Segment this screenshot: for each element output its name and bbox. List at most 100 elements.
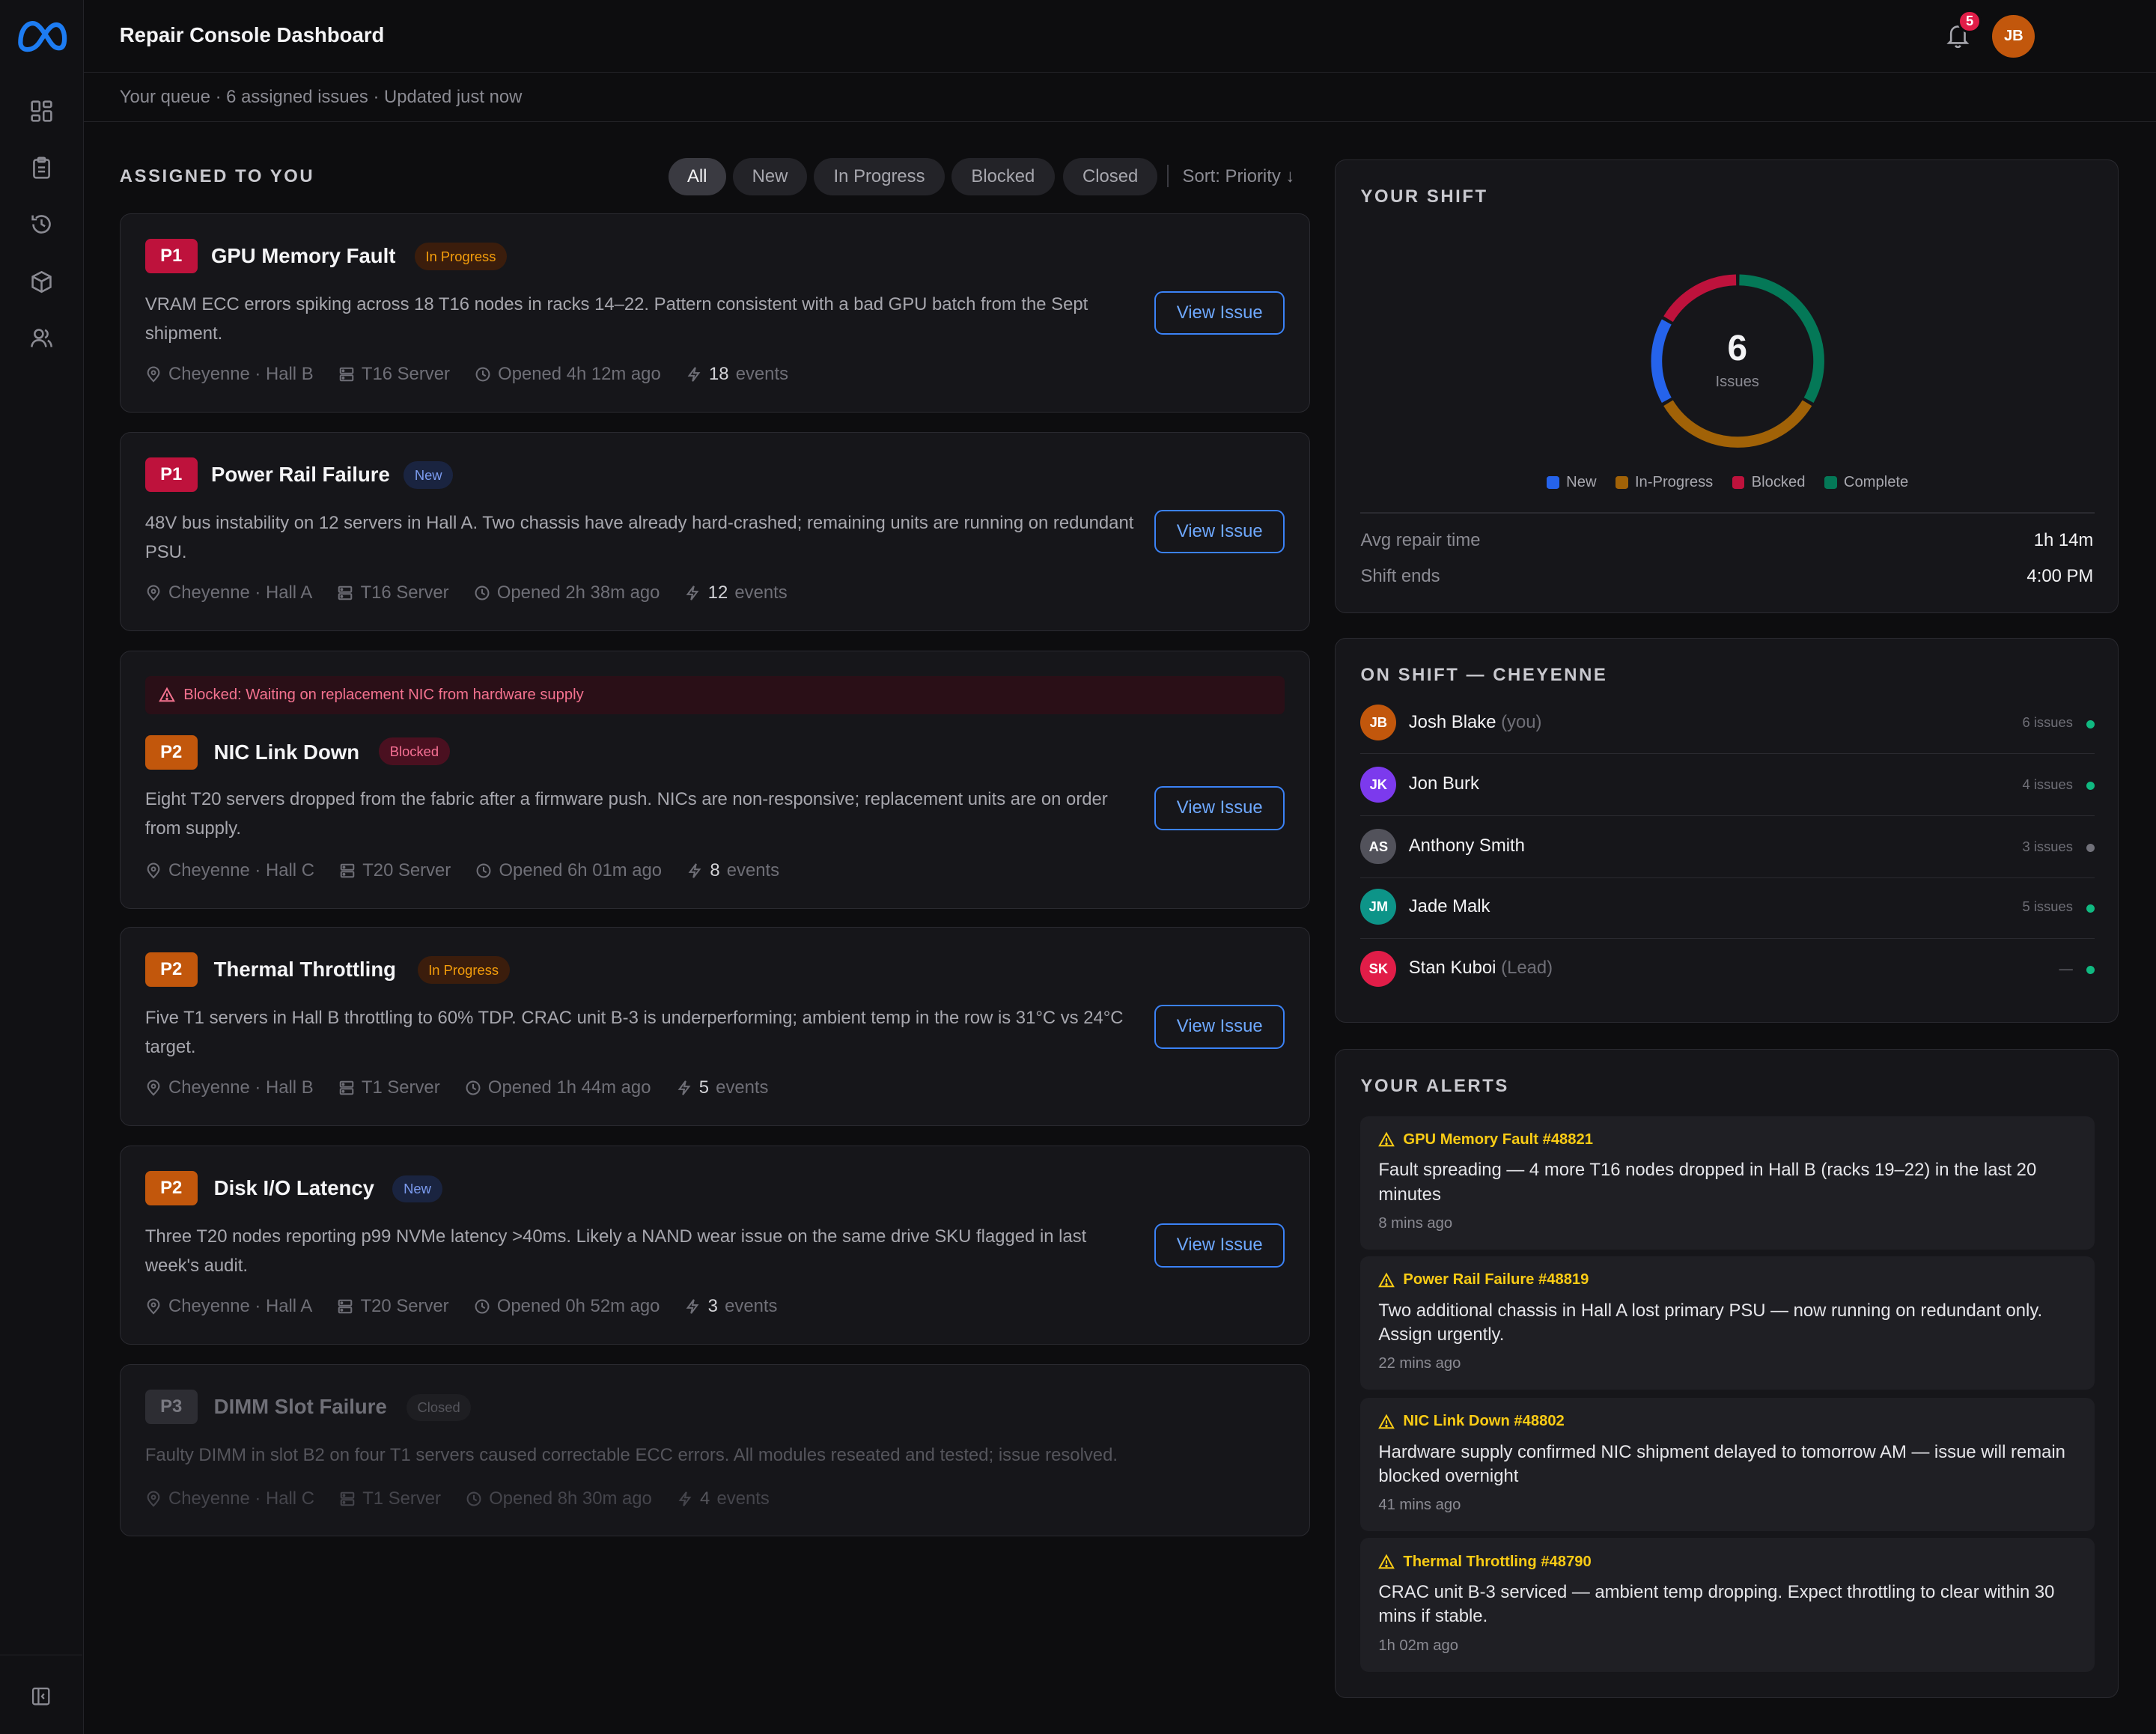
status-badge: In Progress [414, 243, 508, 270]
lightning-icon [686, 1299, 699, 1314]
issue-card: P2 Disk I/O Latency New Three T20 nodes … [119, 1145, 1311, 1345]
shift-ends-value: 4:00 PM [2026, 565, 2094, 586]
issue-description: Five T1 servers in Hall B throttling to … [144, 1007, 1124, 1058]
issue-card: P1 GPU Memory Fault In Progress VRAM ECC… [119, 213, 1311, 413]
legend-new: New [1547, 474, 1597, 491]
warning-icon [1378, 1131, 1395, 1147]
meta-events: 3 events [684, 1296, 777, 1317]
priority-badge: P1 [144, 457, 198, 492]
priority-badge: P3 [144, 1390, 198, 1424]
issue-title: GPU Memory Fault [211, 244, 396, 268]
alert-text: Hardware supply confirmed NIC shipment d… [1378, 1442, 2065, 1487]
member-avatar: JK [1360, 767, 1397, 803]
meta-server: T16 Server [337, 582, 449, 603]
server-icon [339, 1080, 353, 1095]
meta-events: 5 events [676, 1077, 768, 1098]
legend-in-progress: In-Progress [1616, 474, 1713, 491]
top-bar: Repair Console Dashboard [84, 0, 2156, 73]
meta-logo-icon[interactable] [15, 16, 67, 55]
member-status-dot [2086, 782, 2095, 791]
filter-in-progress[interactable]: In Progress [814, 158, 945, 195]
issue-title: NIC Link Down [213, 740, 360, 764]
location-pin-icon [147, 1080, 160, 1096]
alert-item[interactable]: Thermal Throttling #48790 CRAC unit B-3 … [1360, 1538, 2095, 1672]
collapse-sidebar-button[interactable] [25, 1680, 58, 1713]
alert-heading: NIC Link Down #48802 [1378, 1413, 1565, 1430]
status-badge: Blocked [379, 737, 450, 766]
legend-blocked: Blocked [1732, 474, 1805, 491]
warning-icon [1378, 1272, 1395, 1287]
meta-location: Cheyenne · Hall A [145, 1296, 312, 1317]
issue-description: Three T20 nodes reporting p99 NVMe laten… [144, 1226, 1087, 1277]
member-status-dot [2086, 720, 2095, 728]
sort-dropdown[interactable]: Sort: Priority ↓ [1183, 166, 1295, 187]
nav-dashboard[interactable] [25, 95, 58, 128]
clock-icon [466, 1080, 481, 1095]
nav-issues[interactable] [25, 151, 58, 184]
filter-blocked[interactable]: Blocked [951, 158, 1055, 195]
lightning-icon [687, 367, 701, 382]
issue-description: Faulty DIMM in slot B2 on four T1 server… [144, 1445, 1118, 1466]
server-icon [340, 863, 355, 878]
sidebar-footer [0, 1654, 83, 1734]
meta-server: T1 Server [338, 1077, 440, 1098]
shift-ends-label: Shift ends [1360, 565, 1440, 586]
team-member[interactable]: JB Josh Blake (you) 6 issues [1360, 693, 2095, 755]
alert-text: Fault spreading — 4 more T16 nodes dropp… [1378, 1160, 2037, 1205]
meta-opened: Opened 4h 12m ago [475, 364, 661, 385]
legend-complete: Complete [1824, 474, 1908, 491]
issue-title: DIMM Slot Failure [213, 1395, 387, 1419]
view-issue-button[interactable]: View Issue [1154, 509, 1285, 554]
alert-item[interactable]: Power Rail Failure #48819 Two additional… [1360, 1256, 2095, 1390]
legend-swatch-complete [1824, 476, 1837, 489]
view-issue-button[interactable]: View Issue [1154, 1223, 1285, 1268]
meta-events: 18 events [686, 364, 788, 385]
alert-time: 8 mins ago [1378, 1214, 1453, 1232]
nav-history[interactable] [25, 207, 58, 240]
member-name: Jade Malk [1408, 895, 1490, 916]
nav-inventory[interactable] [25, 265, 58, 298]
meta-events: 8 events [686, 860, 779, 881]
blocked-banner: Blocked: Waiting on replacement NIC from… [144, 675, 1285, 715]
meta-server: T16 Server [338, 364, 450, 385]
alerts-panel: YOUR ALERTS GPU Memory Fault #48821 Faul… [1335, 1049, 2119, 1699]
member-name: Stan Kuboi (Lead) [1408, 958, 1553, 979]
issue-card: P3 DIMM Slot Failure Closed Faulty DIMM … [119, 1364, 1311, 1536]
member-issue-count: — [2059, 960, 2073, 976]
sort-divider [1167, 165, 1169, 187]
location-pin-icon [147, 585, 160, 601]
issue-meta: Cheyenne · Hall B T16 Server Opened 4h 1… [145, 364, 813, 385]
alert-heading: Power Rail Failure #48819 [1378, 1271, 1589, 1289]
donut-legend: New In-Progress Blocked Complete [1336, 474, 2119, 491]
sidebar-collapse-icon [32, 1687, 50, 1706]
meta-server: T1 Server [339, 1488, 441, 1509]
meta-opened: Opened 1h 44m ago [465, 1077, 651, 1098]
nav-team[interactable] [25, 322, 58, 355]
issue-title: Thermal Throttling [213, 958, 396, 982]
view-issue-button[interactable]: View Issue [1154, 290, 1285, 335]
team-member[interactable]: AS Anthony Smith 3 issues [1360, 816, 2095, 878]
team-member[interactable]: SK Stan Kuboi (Lead) — [1360, 939, 2095, 1001]
filter-new[interactable]: New [732, 158, 808, 195]
filter-closed[interactable]: Closed [1062, 158, 1158, 195]
alert-heading: Thermal Throttling #48790 [1378, 1554, 1592, 1571]
filter-all[interactable]: All [668, 158, 726, 195]
status-badge: New [404, 461, 454, 489]
meta-location: Cheyenne · Hall A [145, 582, 312, 603]
view-issue-button[interactable]: View Issue [1154, 785, 1285, 830]
alert-item[interactable]: GPU Memory Fault #48821 Fault spreading … [1360, 1116, 2095, 1250]
alert-item[interactable]: NIC Link Down #48802 Hardware supply con… [1360, 1398, 2095, 1532]
issue-meta: Cheyenne · Hall B T1 Server Opened 1h 44… [145, 1077, 794, 1098]
priority-badge: P2 [144, 952, 198, 987]
lightning-icon [688, 863, 701, 878]
queue-summary: Your queue · 6 assigned issues · Updated… [119, 86, 523, 107]
donut-segment-blocked [1663, 274, 1736, 323]
view-issue-button[interactable]: View Issue [1154, 1004, 1285, 1049]
team-member[interactable]: JK Jon Burk 4 issues [1360, 755, 2095, 817]
lightning-icon [677, 1080, 690, 1095]
assigned-section-title: ASSIGNED TO YOU [119, 166, 315, 187]
alerts-panel-title: YOUR ALERTS [1360, 1076, 1509, 1097]
team-member[interactable]: JM Jade Malk 5 issues [1360, 877, 2095, 939]
shift-divider [1360, 512, 2095, 514]
member-status-dot [2086, 843, 2095, 852]
